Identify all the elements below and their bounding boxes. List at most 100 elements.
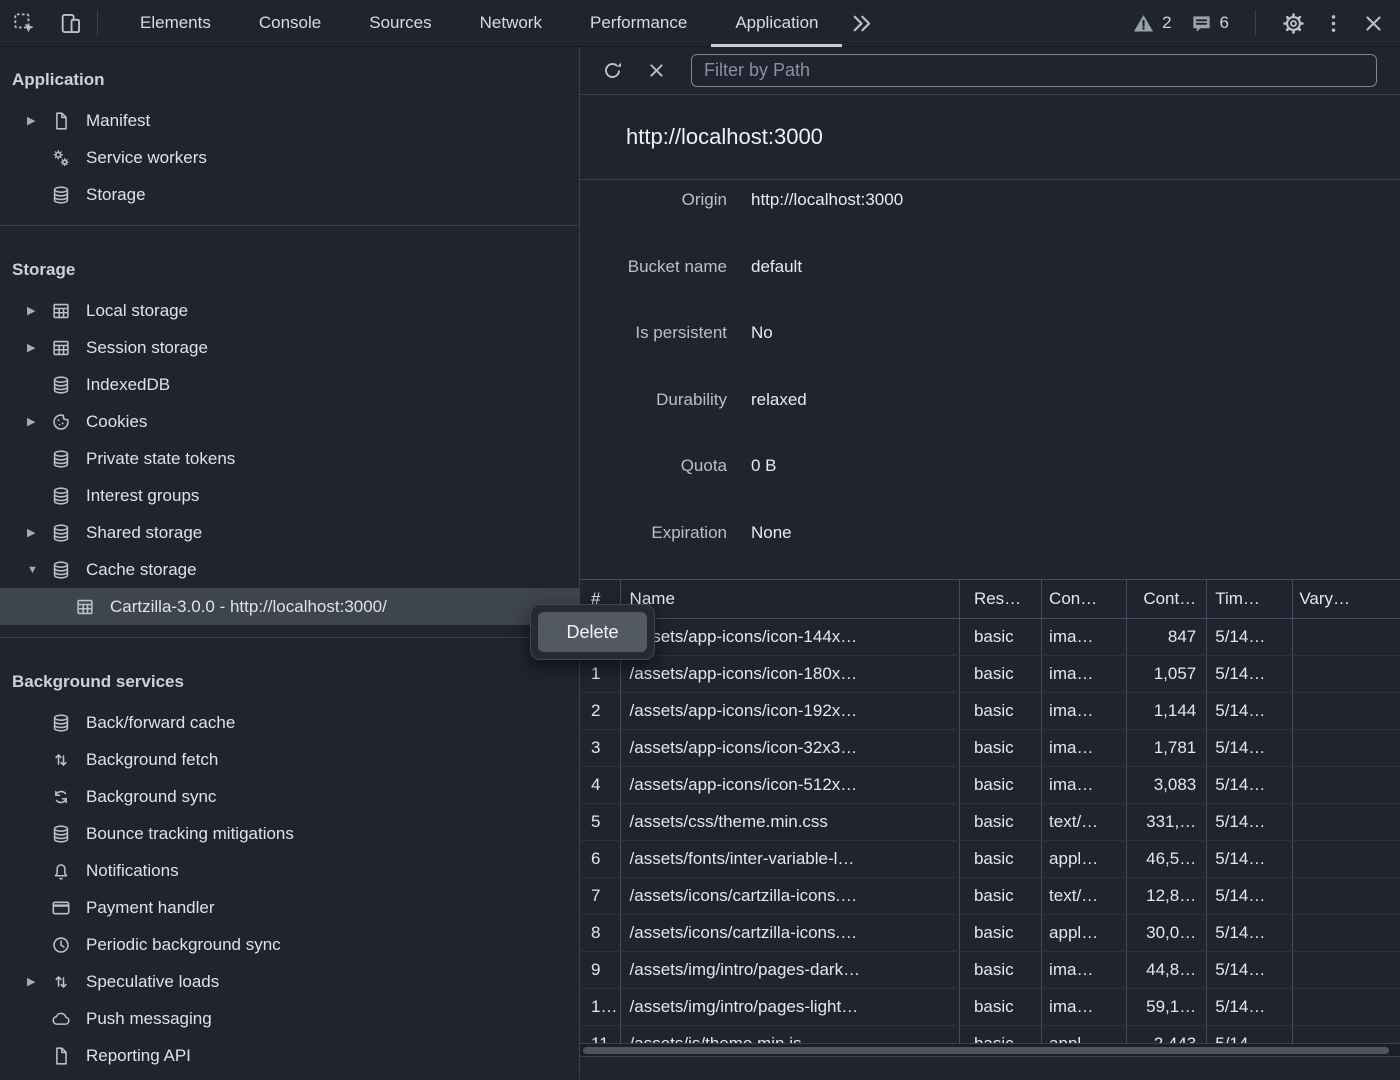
tab-elements[interactable]: Elements <box>116 0 235 47</box>
sidebar-item-cookies[interactable]: ▶Cookies <box>0 403 579 440</box>
panel-tabs: ElementsConsoleSourcesNetworkPerformance… <box>116 0 842 47</box>
device-toolbar-button[interactable] <box>55 8 85 38</box>
chevron-right-icon[interactable]: ▶ <box>27 415 50 428</box>
table-row[interactable]: 0/assets/app-icons/icon-144x…basicima…84… <box>580 618 1400 655</box>
warning-icon <box>1132 12 1155 35</box>
table-cell: basic <box>959 692 1041 729</box>
sidebar-item-background-fetch[interactable]: Background fetch <box>0 741 579 778</box>
table-row[interactable]: 2/assets/app-icons/icon-192x…basicima…1,… <box>580 692 1400 729</box>
origin-title: http://localhost:3000 <box>626 124 823 150</box>
chevron-right-icon[interactable]: ▶ <box>27 114 50 127</box>
table-row[interactable]: 11/assets/js/theme.min.jsbasicappl…2,443… <box>580 1025 1400 1043</box>
table-cell: 1,781 <box>1127 729 1207 766</box>
table-cell: 5/14… <box>1207 877 1293 914</box>
sidebar-item-label: Periodic background sync <box>86 935 281 955</box>
divider <box>0 637 579 638</box>
refresh-button[interactable] <box>597 56 627 86</box>
sidebar-item-cartzilla-3-0-0-http-localhost-3000[interactable]: Cartzilla-3.0.0 - http://localhost:3000/ <box>0 588 579 625</box>
table-cell <box>1293 840 1400 877</box>
tab-network[interactable]: Network <box>456 0 566 47</box>
sidebar-item-manifest[interactable]: ▶Manifest <box>0 102 579 139</box>
cache-metadata: Originhttp://localhost:3000Bucket namede… <box>580 180 1400 579</box>
table-row[interactable]: 4/assets/app-icons/icon-512x…basicima…3,… <box>580 766 1400 803</box>
warnings-badge[interactable]: 2 <box>1128 12 1175 35</box>
tab-console[interactable]: Console <box>235 0 345 47</box>
divider <box>1255 10 1256 36</box>
sidebar-item-cache-storage[interactable]: ▼Cache storage <box>0 551 579 588</box>
sidebar-item-reporting-api[interactable]: Reporting API <box>0 1037 579 1074</box>
sidebar-item-label: Cartzilla-3.0.0 - http://localhost:3000/ <box>110 597 387 617</box>
table-cell <box>1293 729 1400 766</box>
file-icon <box>50 1045 72 1067</box>
table-row[interactable]: 6/assets/fonts/inter-variable-l…basicapp… <box>580 840 1400 877</box>
chevron-right-icon[interactable]: ▶ <box>27 975 50 988</box>
column-header-cont[interactable]: Cont… <box>1127 580 1207 618</box>
more-tabs-button[interactable] <box>846 8 876 38</box>
sidebar-item-background-sync[interactable]: Background sync <box>0 778 579 815</box>
menu-button[interactable] <box>1318 8 1348 38</box>
sidebar-item-interest-groups[interactable]: Interest groups <box>0 477 579 514</box>
table-row[interactable]: 8/assets/icons/cartzilla-icons.…basicapp… <box>580 914 1400 951</box>
sidebar-item-service-workers[interactable]: Service workers <box>0 139 579 176</box>
table-cell: 5/14… <box>1207 692 1293 729</box>
close-devtools-button[interactable] <box>1358 8 1388 38</box>
sidebar-item-back-forward-cache[interactable]: Back/forward cache <box>0 704 579 741</box>
sidebar-item-indexeddb[interactable]: IndexedDB <box>0 366 579 403</box>
column-header-con[interactable]: Con… <box>1042 580 1127 618</box>
column-header-tim[interactable]: Tim… <box>1207 580 1293 618</box>
table-row[interactable]: 7/assets/icons/cartzilla-icons.…basictex… <box>580 877 1400 914</box>
sidebar-item-periodic-background-sync[interactable]: Periodic background sync <box>0 926 579 963</box>
table-row[interactable]: 1/assets/app-icons/icon-180x…basicima…1,… <box>580 655 1400 692</box>
clock-icon <box>50 934 72 956</box>
sidebar-item-storage[interactable]: Storage <box>0 176 579 213</box>
table-cell: 5/14… <box>1207 729 1293 766</box>
issues-badge[interactable]: 6 <box>1186 12 1233 35</box>
chevron-right-icon[interactable]: ▶ <box>27 526 50 539</box>
sidebar-item-label: Reporting API <box>86 1046 191 1066</box>
column-header-vary[interactable]: Vary… <box>1293 580 1400 618</box>
clear-icon <box>645 59 668 82</box>
filter-input[interactable] <box>691 54 1377 87</box>
sidebar-item-private-state-tokens[interactable]: Private state tokens <box>0 440 579 477</box>
clear-cache-button[interactable] <box>641 56 671 86</box>
tab-sources[interactable]: Sources <box>345 0 455 47</box>
meta-label: Bucket name <box>580 257 727 277</box>
sidebar-item-session-storage[interactable]: ▶Session storage <box>0 329 579 366</box>
cookie-icon <box>50 411 72 433</box>
column-header-name[interactable]: Name <box>620 580 959 618</box>
table-cell: /assets/app-icons/icon-32x3… <box>620 729 959 766</box>
chevron-right-icon[interactable]: ▶ <box>27 304 50 317</box>
table-row[interactable]: 3/assets/app-icons/icon-32x3…basicima…1,… <box>580 729 1400 766</box>
tab-application[interactable]: Application <box>711 0 842 47</box>
table-cell <box>1293 692 1400 729</box>
more-tabs-icon <box>849 11 874 36</box>
chevron-down-icon[interactable]: ▼ <box>27 564 50 576</box>
table-cell: 1 <box>580 655 620 692</box>
table-cell: appl… <box>1042 840 1127 877</box>
issues-icon <box>1190 12 1213 35</box>
sidebar-item-bounce-tracking-mitigations[interactable]: Bounce tracking mitigations <box>0 815 579 852</box>
sidebar-item-local-storage[interactable]: ▶Local storage <box>0 292 579 329</box>
chevron-right-icon[interactable]: ▶ <box>27 341 50 354</box>
settings-button[interactable] <box>1278 8 1308 38</box>
sync-icon <box>50 786 72 808</box>
column-header-res[interactable]: Res… <box>959 580 1041 618</box>
table-row[interactable]: 1…/assets/img/intro/pages-light…basicima… <box>580 988 1400 1025</box>
tab-performance[interactable]: Performance <box>566 0 711 47</box>
table-row[interactable]: 5/assets/css/theme.min.cssbasictext/…331… <box>580 803 1400 840</box>
delete-button[interactable]: Delete <box>538 612 647 652</box>
scrollbar-thumb[interactable] <box>583 1047 1389 1054</box>
table-cell: 3 <box>580 729 620 766</box>
table-cell: 1,144 <box>1127 692 1207 729</box>
sidebar-item-label: Notifications <box>86 861 179 881</box>
sidebar-item-push-messaging[interactable]: Push messaging <box>0 1000 579 1037</box>
table-row[interactable]: 9/assets/img/intro/pages-dark…basicima…4… <box>580 951 1400 988</box>
sidebar-item-speculative-loads[interactable]: ▶Speculative loads <box>0 963 579 1000</box>
database-icon <box>50 184 72 206</box>
sidebar-item-shared-storage[interactable]: ▶Shared storage <box>0 514 579 551</box>
inspect-element-button[interactable] <box>9 8 39 38</box>
sidebar-item-payment-handler[interactable]: Payment handler <box>0 889 579 926</box>
table-cell <box>1293 877 1400 914</box>
sidebar-item-notifications[interactable]: Notifications <box>0 852 579 889</box>
horizontal-scrollbar[interactable] <box>580 1043 1400 1056</box>
